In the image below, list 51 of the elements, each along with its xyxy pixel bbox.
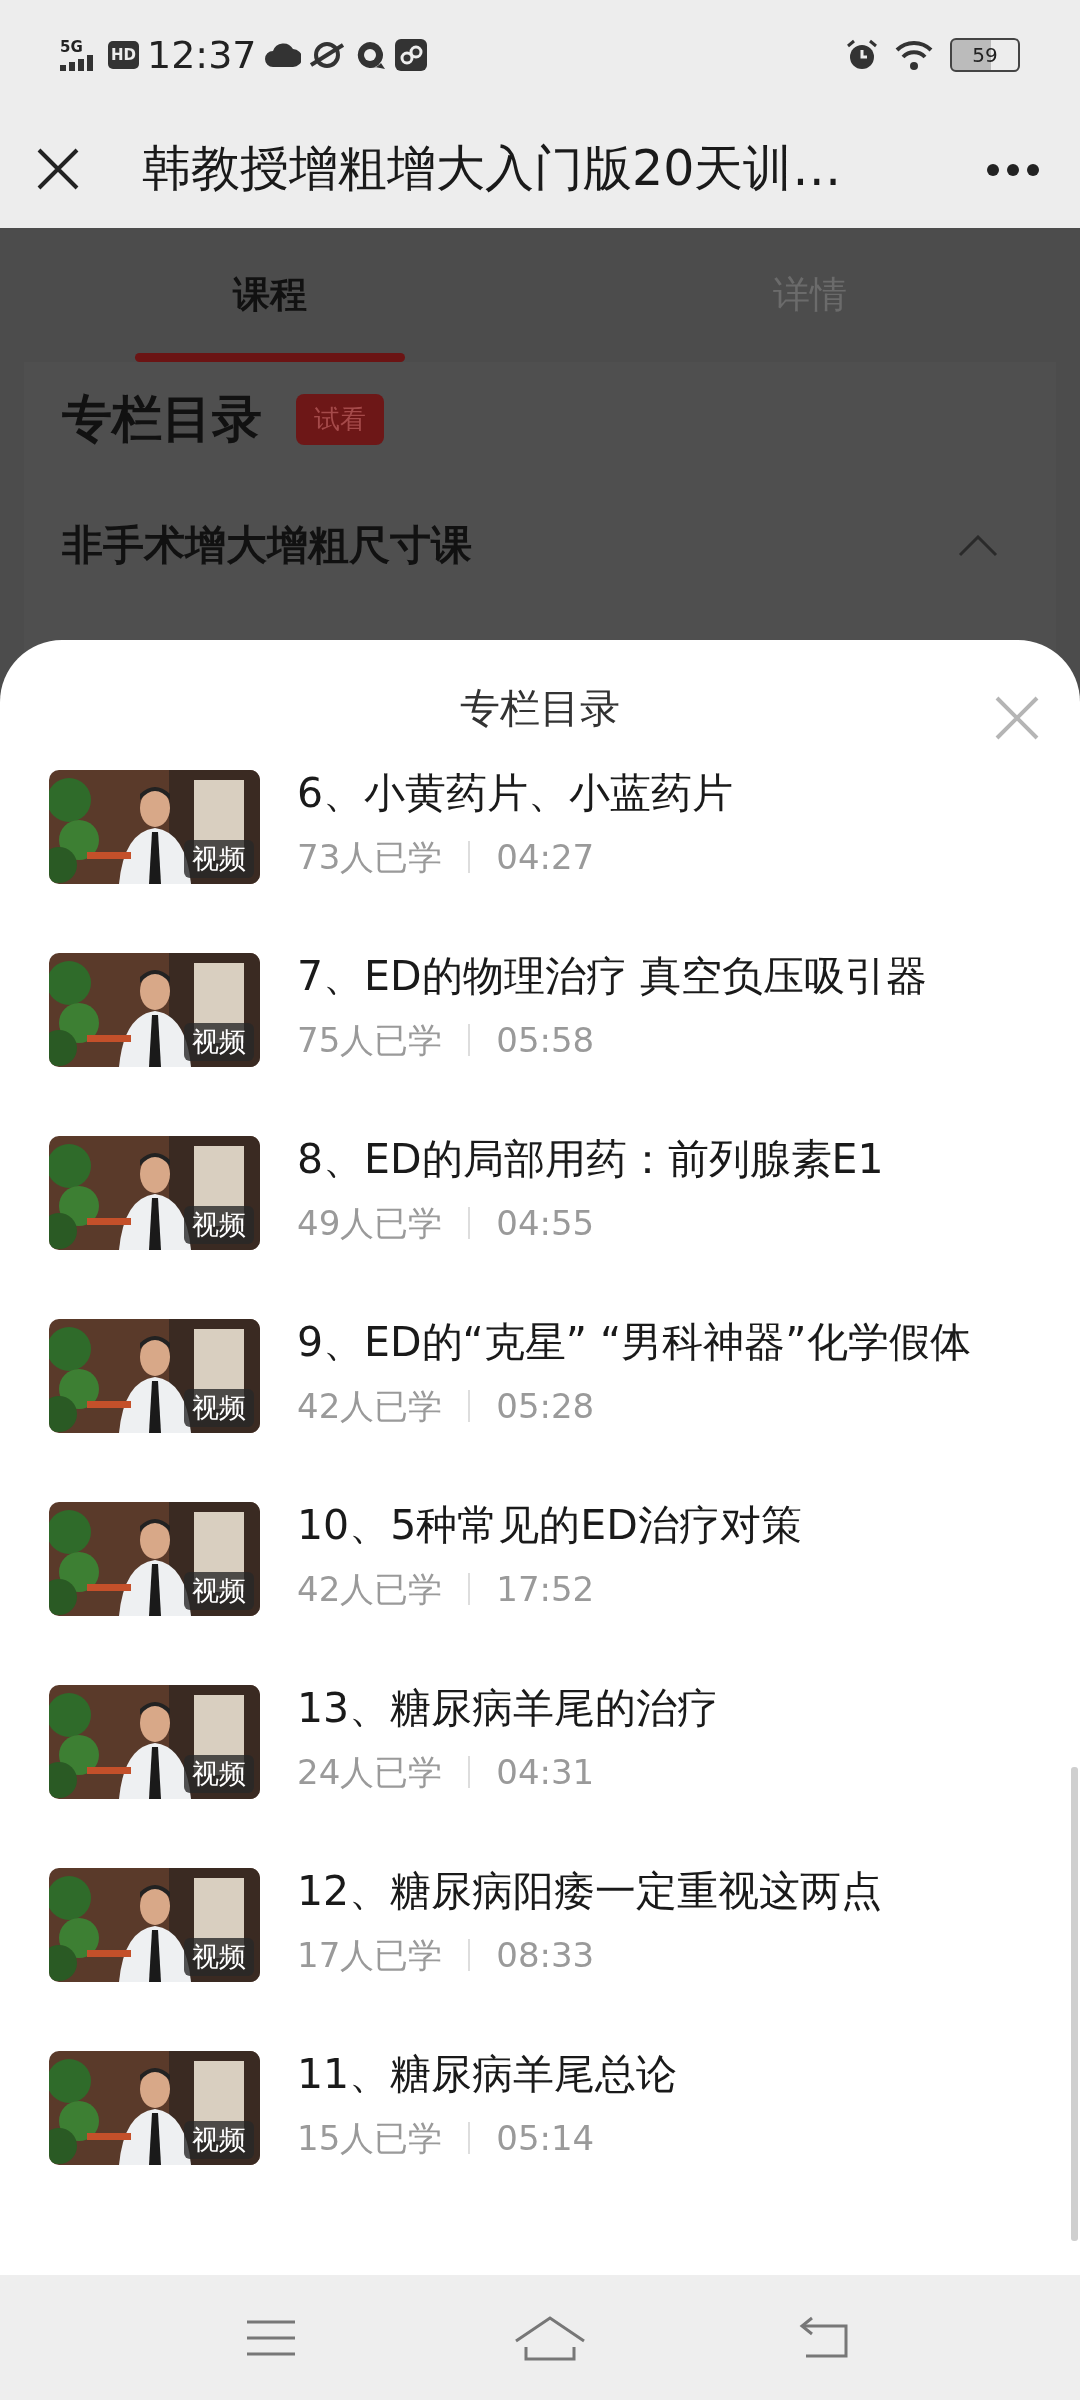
cloud-icon [264,41,301,69]
learner-count: 17人已学 [297,1935,443,1975]
lesson-duration: 04:31 [496,1752,595,1792]
lesson-title[interactable]: 7、ED的物理治疗 真空负压吸引器 [297,946,977,1006]
learner-count: 49人已学 [297,1203,443,1243]
alarm-clock-icon [846,39,878,71]
video-tag: 视频 [184,2121,254,2159]
lesson-title[interactable]: 11、糖尿病羊尾总论 [297,2044,977,2104]
battery-indicator: 59 [950,38,1020,72]
lesson-title[interactable]: 9、ED的“克星” “男科神器”化学假体 [297,1312,977,1372]
learner-count: 15人已学 [297,2118,443,2158]
lesson-duration: 05:28 [496,1386,595,1426]
video-tag: 视频 [184,1755,254,1793]
lesson-title[interactable]: 12、糖尿病阳痿一定重视这两点 [297,1861,977,1921]
video-tag: 视频 [184,1938,254,1976]
clock-time: 12:37 [147,31,257,79]
lesson-title[interactable]: 13、糖尿病羊尾的治疗 [297,1678,977,1738]
video-tag: 视频 [184,1206,254,1244]
lesson-title[interactable]: 10、5种常见的ED治疗对策 [297,1495,977,1555]
learner-count: 73人已学 [297,837,443,877]
caret-icon [958,534,998,557]
app-icon [394,39,427,71]
video-tag: 视频 [184,1572,254,1610]
section-heading: 专栏目录 [62,389,262,450]
hd-label: HD [108,40,139,70]
lesson-duration: 17:52 [496,1569,595,1609]
home-button[interactable] [514,2314,586,2361]
close-icon [994,695,1040,741]
lesson-title[interactable]: 8、ED的局部用药：前列腺素E1 [297,1129,977,1189]
preview-tag: 试看 [296,394,384,445]
lesson-duration: 04:55 [496,1203,595,1243]
learner-count: 42人已学 [297,1386,443,1426]
network-label: 5G [60,39,84,55]
close-icon [36,147,80,191]
lesson-duration: 05:58 [496,1020,595,1060]
lesson-title[interactable]: 6、小黄药片、小蓝药片 [297,763,977,823]
video-tag: 视频 [184,840,254,878]
lesson-duration: 04:27 [496,837,595,877]
more-icon [986,162,1040,177]
close-button[interactable] [36,147,80,191]
lesson-duration: 08:33 [496,1935,595,1975]
video-tag: 视频 [184,1023,254,1061]
video-tag: 视频 [184,1389,254,1427]
sheet-title: 专栏目录 [460,685,620,731]
wifi-icon [894,39,934,71]
home-icon [514,2314,586,2361]
learner-count: 24人已学 [297,1752,443,1792]
learner-count: 42人已学 [297,1569,443,1609]
page-title: 韩教授增粗增大入门版20天训… [142,139,843,200]
lesson-duration: 05:14 [496,2118,595,2158]
learner-count: 75人已学 [297,1020,443,1060]
